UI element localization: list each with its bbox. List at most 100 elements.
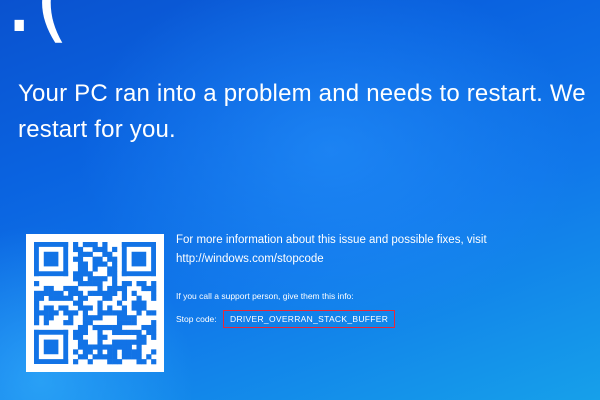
qr-module (92, 281, 98, 287)
qr-module (97, 305, 103, 311)
qr-module (73, 359, 79, 365)
qr-module (77, 271, 84, 277)
qr-module (68, 285, 74, 292)
qr-module (126, 354, 132, 360)
qr-module (77, 281, 84, 287)
qr-module (63, 285, 69, 292)
qr-module (112, 354, 118, 360)
qr-module (73, 329, 79, 336)
qr-module (151, 359, 157, 365)
qr-module (121, 285, 128, 292)
qr-module (136, 334, 142, 340)
qr-module (131, 315, 137, 321)
qr-module (141, 305, 147, 311)
qr-module (126, 315, 132, 321)
qr-module (34, 315, 40, 321)
qr-module (92, 256, 98, 262)
qr-module (102, 295, 108, 301)
qr-module (87, 359, 93, 365)
qr-module (151, 310, 157, 316)
qr-module (116, 300, 123, 306)
qr-module (43, 290, 49, 296)
qr-module (48, 310, 54, 316)
qr-module (102, 290, 108, 296)
qr-module (116, 285, 123, 292)
qr-module (126, 344, 132, 350)
qr-module (151, 324, 157, 331)
qr-module (107, 324, 113, 331)
qr-module (112, 359, 118, 365)
qr-module (126, 281, 132, 287)
qr-module (77, 266, 84, 272)
qr-module (107, 295, 113, 301)
qr-module (34, 300, 40, 306)
qr-module (116, 315, 123, 321)
qr-module (107, 285, 113, 292)
qr-module (92, 344, 98, 350)
qr-module (73, 290, 79, 296)
qr-module (92, 354, 98, 360)
qr-module (82, 344, 88, 350)
qr-module (97, 290, 103, 296)
qr-module (73, 242, 79, 248)
qr-module (107, 310, 113, 316)
qr-module (87, 349, 93, 355)
qr-finder (34, 329, 69, 335)
qr-module (146, 329, 152, 336)
qr-module (107, 256, 113, 262)
qr-module (116, 344, 123, 350)
qr-module (102, 310, 108, 316)
qr-module (121, 339, 128, 345)
qr-module (116, 324, 123, 331)
qr-module (112, 329, 118, 336)
qr-module (112, 271, 118, 277)
qr-module (38, 295, 45, 301)
qr-finder (63, 242, 69, 277)
qr-module (87, 276, 93, 282)
qr-module (141, 334, 147, 340)
qr-module (48, 315, 54, 321)
qr-module (68, 315, 74, 321)
qr-module (73, 285, 79, 292)
qr-module (82, 295, 88, 301)
qr-finder (34, 242, 39, 277)
qr-module (82, 354, 88, 360)
qr-module (141, 300, 147, 306)
qr-module (92, 290, 98, 296)
qr-module (48, 295, 54, 301)
more-info-text: For more information about this issue an… (176, 231, 596, 269)
qr-module (87, 305, 93, 311)
qr-module (77, 334, 84, 340)
qr-module (102, 324, 108, 331)
qr-module (151, 290, 157, 296)
qr-module (151, 285, 157, 292)
sad-face-icon: :( (4, 0, 70, 53)
qr-module (58, 305, 64, 311)
qr-module (131, 339, 137, 345)
qr-module (121, 315, 128, 321)
qr-module (121, 295, 128, 301)
qr-module (77, 246, 84, 253)
qr-module (82, 324, 88, 331)
qr-module (136, 300, 142, 306)
qr-module (73, 310, 79, 316)
qr-finder (121, 242, 156, 247)
qr-module (92, 242, 98, 248)
qr-module (53, 295, 59, 301)
qr-module (58, 295, 64, 301)
qr-module (112, 246, 118, 253)
qr-module (77, 256, 84, 262)
qr-module (77, 354, 84, 360)
qr-module (116, 329, 123, 336)
qr-module (146, 354, 152, 360)
qr-module (34, 295, 40, 301)
stop-code-row: Stop code: DRIVER_OVERRAN_STACK_BUFFER (176, 310, 596, 328)
qr-module (87, 242, 93, 248)
headline-line-1: Your PC ran into a problem and needs to … (18, 80, 586, 107)
qr-module (97, 354, 103, 360)
qr-module (87, 290, 93, 296)
qr-module (102, 242, 108, 248)
qr-module (82, 310, 88, 316)
qr-module (141, 324, 147, 331)
qr-module (126, 329, 132, 336)
